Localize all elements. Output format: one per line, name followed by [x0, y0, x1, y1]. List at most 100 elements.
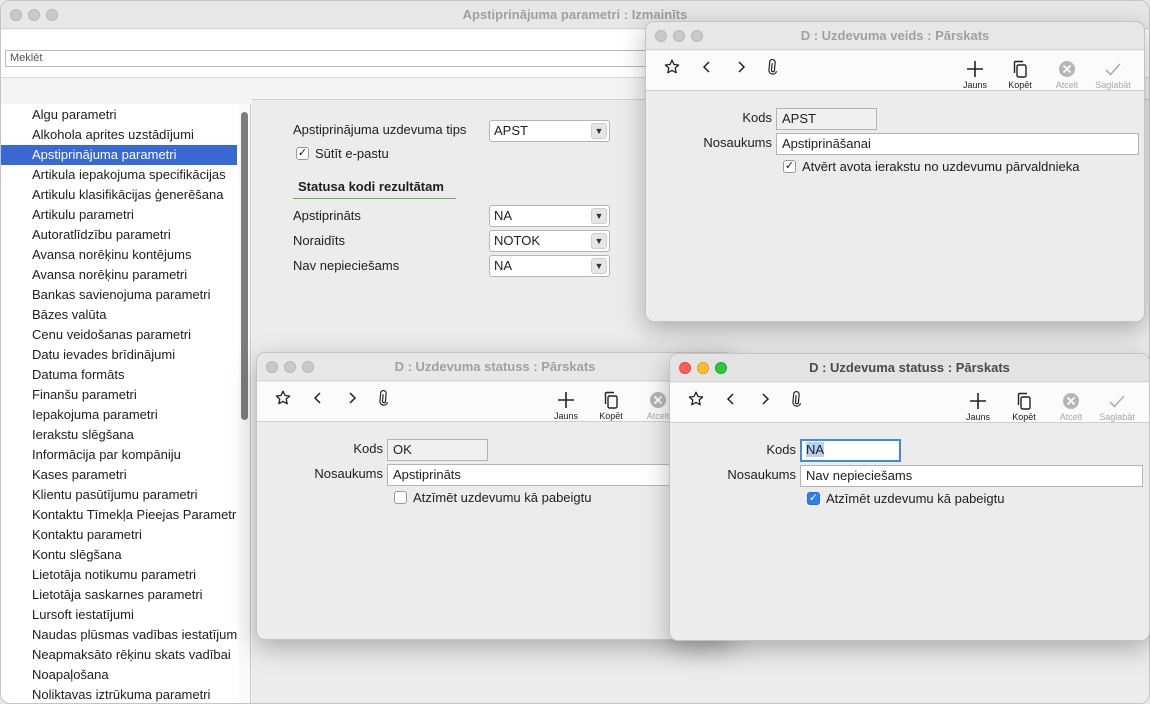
not-needed-label: Nav nepieciešams: [293, 258, 400, 273]
task-type-label: Apstiprinājuma uzdevuma tips: [293, 122, 467, 137]
zoom-button[interactable]: [715, 362, 727, 374]
sidebar-item[interactable]: Ierakstu slēgšana: [1, 425, 237, 445]
sidebar-item[interactable]: Lursoft iestatījumi: [1, 605, 237, 625]
sidebar-item[interactable]: Kontaktu Tīmekļa Pieejas Parametri: [1, 505, 237, 525]
zoom-button[interactable]: [302, 361, 314, 373]
sidebar-item[interactable]: Datu ievades brīdinājumi: [1, 345, 237, 365]
sidebar-item[interactable]: Neapmaksāto rēķinu skats vadībai: [1, 645, 237, 665]
name-field[interactable]: Apstiprināšanai: [776, 133, 1139, 155]
sidebar-item[interactable]: Kontaktu parametri: [1, 525, 237, 545]
mark-complete-checkbox[interactable]: ✓ Atzīmēt uzdevumu kā pabeigtu: [807, 491, 1005, 506]
sidebar-item[interactable]: Cenu veidošanas parametri: [1, 325, 237, 345]
zoom-button[interactable]: [691, 30, 703, 42]
sidebar-item[interactable]: Lietotāja saskarnes parametri: [1, 585, 237, 605]
copy-button[interactable]: Kopēt: [1011, 391, 1037, 422]
sidebar-item[interactable]: Iepakojuma parametri: [1, 405, 237, 425]
chevron-down-icon: ▼: [591, 208, 607, 224]
task-type-select[interactable]: APST ▼: [489, 120, 610, 142]
sidebar-item[interactable]: Datuma formāts: [1, 365, 237, 385]
sidebar-item[interactable]: Autoratlīdzību parametri: [1, 225, 237, 245]
chevron-left-icon: [702, 61, 710, 73]
new-label: Jauns: [962, 80, 988, 90]
minimize-button[interactable]: [28, 9, 40, 21]
sidebar-item[interactable]: Bāzes valūta: [1, 305, 237, 325]
scrollbar-thumb[interactable]: [241, 112, 248, 420]
minimize-button[interactable]: [673, 30, 685, 42]
cancel-button[interactable]: Atcelt: [1052, 59, 1082, 90]
copy-button[interactable]: Kopēt: [1007, 59, 1033, 90]
attach-button[interactable]: [788, 391, 806, 407]
sidebar-item[interactable]: Finanšu parametri: [1, 385, 237, 405]
sidebar-item[interactable]: Kases parametri: [1, 465, 237, 485]
close-button[interactable]: [266, 361, 278, 373]
code-field[interactable]: NA: [800, 439, 901, 462]
new-button[interactable]: Jauns: [962, 59, 988, 90]
sidebar-item[interactable]: Noliktavas iztrūkuma parametri: [1, 685, 237, 703]
new-button[interactable]: Jauns: [553, 390, 579, 421]
close-button[interactable]: [10, 9, 22, 21]
open-source-checkbox[interactable]: ✓ Atvērt avota ierakstu no uzdevumu pārv…: [783, 159, 1080, 174]
close-button[interactable]: [679, 362, 691, 374]
code-field[interactable]: APST: [776, 108, 877, 130]
chevron-down-icon: ▼: [591, 123, 607, 139]
mark-complete-checkbox[interactable]: Atzīmēt uzdevumu kā pabeigtu: [394, 490, 592, 505]
sidebar-item[interactable]: Algu parametri: [1, 105, 237, 125]
sidebar-item[interactable]: Artikulu klasifikācijas ģenerēšana: [1, 185, 237, 205]
favorite-button[interactable]: [688, 391, 704, 407]
sidebar-item[interactable]: Avansa norēķinu kontējums: [1, 245, 237, 265]
cancel-button[interactable]: Atcelt: [1056, 391, 1086, 422]
status-ok-titlebar[interactable]: D : Uzdevuma statuss : Pārskats: [257, 353, 733, 381]
send-email-checkbox[interactable]: ✓ Sūtīt e-pastu: [296, 146, 389, 161]
code-field-value: NA: [806, 442, 825, 457]
sidebar-item[interactable]: Informācija par kompāniju: [1, 445, 237, 465]
attach-button[interactable]: [764, 59, 782, 75]
forward-button[interactable]: [758, 391, 772, 407]
name-field[interactable]: Nav nepieciešams: [800, 465, 1143, 487]
window-title: D : Uzdevuma statuss : Pārskats: [394, 359, 596, 374]
status-na-titlebar[interactable]: D : Uzdevuma statuss : Pārskats: [670, 354, 1149, 382]
favorite-button[interactable]: [275, 390, 291, 406]
toolbar: Jauns Kopēt Atcelt Saglabāt: [670, 383, 1149, 423]
search-input[interactable]: Meklēt: [5, 50, 705, 67]
sidebar-item[interactable]: Alkohola aprites uzstādījumi: [1, 125, 237, 145]
star-icon: [664, 59, 680, 74]
sidebar-item[interactable]: Apstiprinājuma parametri: [1, 145, 237, 165]
sidebar-item[interactable]: Avansa norēķinu parametri: [1, 265, 237, 285]
status-ok-window: D : Uzdevuma statuss : Pārskats Jauns Ko…: [256, 352, 734, 640]
sidebar-item[interactable]: Naudas plūsmas vadības iestatījumi: [1, 625, 237, 645]
form-area: Kods NA Nosaukums Nav nepieciešams ✓ Atz…: [670, 426, 1149, 640]
copy-icon: [1013, 60, 1027, 78]
rejected-select[interactable]: NOTOK ▼: [489, 230, 610, 252]
copy-button[interactable]: Kopēt: [598, 390, 624, 421]
approved-select[interactable]: NA ▼: [489, 205, 610, 227]
save-button[interactable]: Saglabāt: [1095, 59, 1131, 90]
sidebar-item[interactable]: Artikula iepakojuma specifikācijas: [1, 165, 237, 185]
minimize-button[interactable]: [697, 362, 709, 374]
close-button[interactable]: [655, 30, 667, 42]
back-button[interactable]: [311, 390, 325, 406]
paperclip-icon: [379, 390, 389, 406]
back-button[interactable]: [724, 391, 738, 407]
sidebar-item[interactable]: Noapaļošana: [1, 665, 237, 685]
forward-button[interactable]: [345, 390, 359, 406]
sidebar-item[interactable]: Artikulu parametri: [1, 205, 237, 225]
code-field[interactable]: OK: [387, 439, 488, 461]
forward-button[interactable]: [734, 59, 748, 75]
attach-button[interactable]: [375, 390, 393, 406]
paperclip-icon: [792, 391, 802, 407]
sidebar-item[interactable]: Kontu slēgšana: [1, 545, 237, 565]
zoom-button[interactable]: [46, 9, 58, 21]
status-na-window: D : Uzdevuma statuss : Pārskats Jauns Ko…: [669, 353, 1150, 641]
minimize-button[interactable]: [284, 361, 296, 373]
new-button[interactable]: Jauns: [965, 391, 991, 422]
task-type-titlebar[interactable]: D : Uzdevuma veids : Pārskats: [646, 22, 1144, 50]
sidebar-item[interactable]: Klientu pasūtījumu parametri: [1, 485, 237, 505]
save-label: Saglabāt: [1099, 412, 1135, 422]
not-needed-select[interactable]: NA ▼: [489, 255, 610, 277]
save-button[interactable]: Saglabāt: [1099, 391, 1135, 422]
back-button[interactable]: [700, 59, 714, 75]
sidebar-item[interactable]: Lietotāja notikumu parametri: [1, 565, 237, 585]
plus-icon: [967, 61, 983, 77]
favorite-button[interactable]: [664, 59, 680, 75]
sidebar-item[interactable]: Bankas savienojuma parametri: [1, 285, 237, 305]
